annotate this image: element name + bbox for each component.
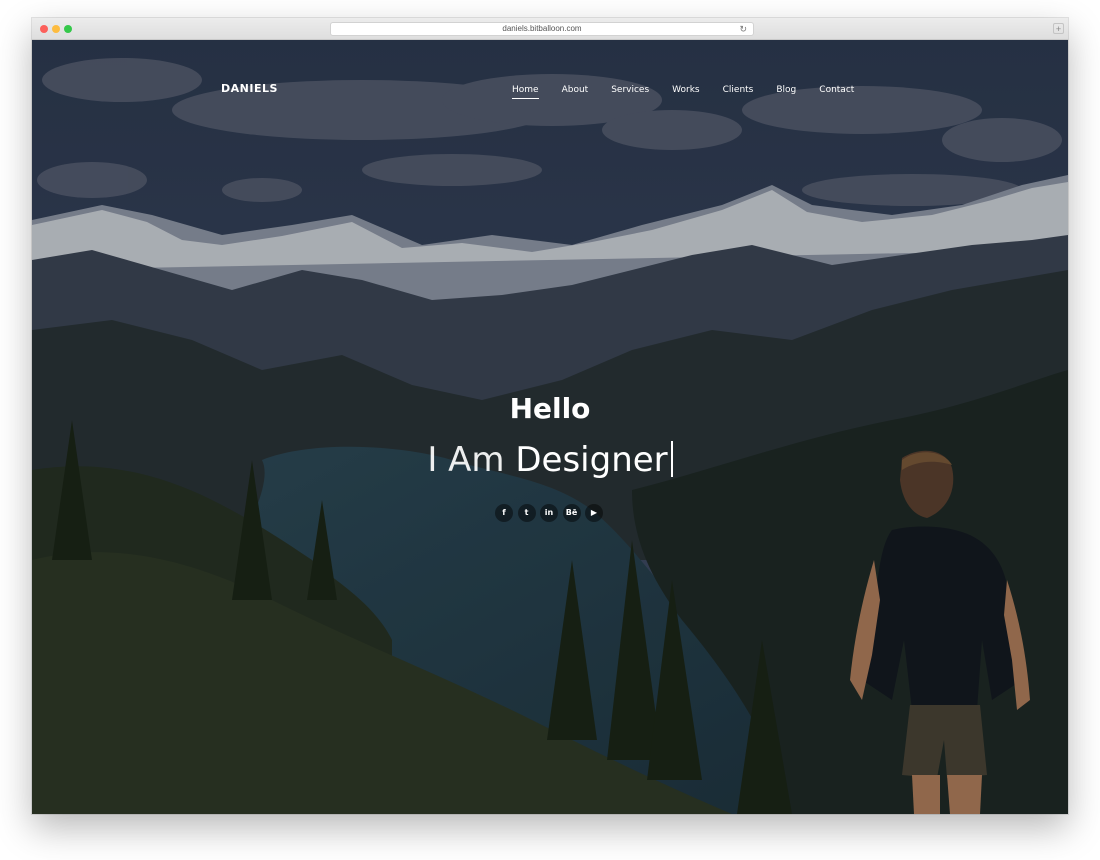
nav-clients[interactable]: Clients <box>723 85 754 99</box>
nav-services[interactable]: Services <box>611 85 649 99</box>
nav-home[interactable]: Home <box>512 85 539 99</box>
main-nav: Home About Services Works Clients Blog C… <box>512 85 877 99</box>
facebook-icon[interactable]: f <box>495 504 513 522</box>
close-window-button[interactable] <box>40 25 48 33</box>
address-bar[interactable]: daniels.bitballoon.com ↻ <box>330 22 754 36</box>
youtube-icon[interactable]: ▶ <box>585 504 603 522</box>
site-logo[interactable]: DANIELS <box>221 82 278 95</box>
linkedin-icon[interactable]: in <box>540 504 558 522</box>
nav-about[interactable]: About <box>562 85 589 99</box>
hero-prefix: I Am <box>427 440 505 480</box>
nav-contact[interactable]: Contact <box>819 85 854 99</box>
reload-icon[interactable]: ↻ <box>739 23 747 35</box>
new-tab-button[interactable]: + <box>1053 23 1064 34</box>
address-url: daniels.bitballoon.com <box>502 24 582 33</box>
browser-window: daniels.bitballoon.com ↻ + DANIELS Home … <box>32 18 1068 814</box>
page-viewport: DANIELS Home About Services Works Client… <box>32 40 1068 814</box>
behance-icon[interactable]: Bē <box>562 504 581 522</box>
hero-role: Designer <box>515 440 668 480</box>
minimize-window-button[interactable] <box>52 25 60 33</box>
social-links: f t in Bē ▶ <box>495 504 608 522</box>
twitter-icon[interactable]: t <box>517 504 536 522</box>
nav-blog[interactable]: Blog <box>776 85 796 99</box>
zoom-window-button[interactable] <box>64 25 72 33</box>
typing-cursor <box>670 441 673 477</box>
hero-tagline: I Am Designer <box>32 440 1068 480</box>
browser-titlebar: daniels.bitballoon.com ↻ + <box>32 18 1068 40</box>
hero-hello: Hello <box>509 392 591 425</box>
nav-works[interactable]: Works <box>672 85 699 99</box>
hero-dark-overlay <box>32 40 1068 814</box>
